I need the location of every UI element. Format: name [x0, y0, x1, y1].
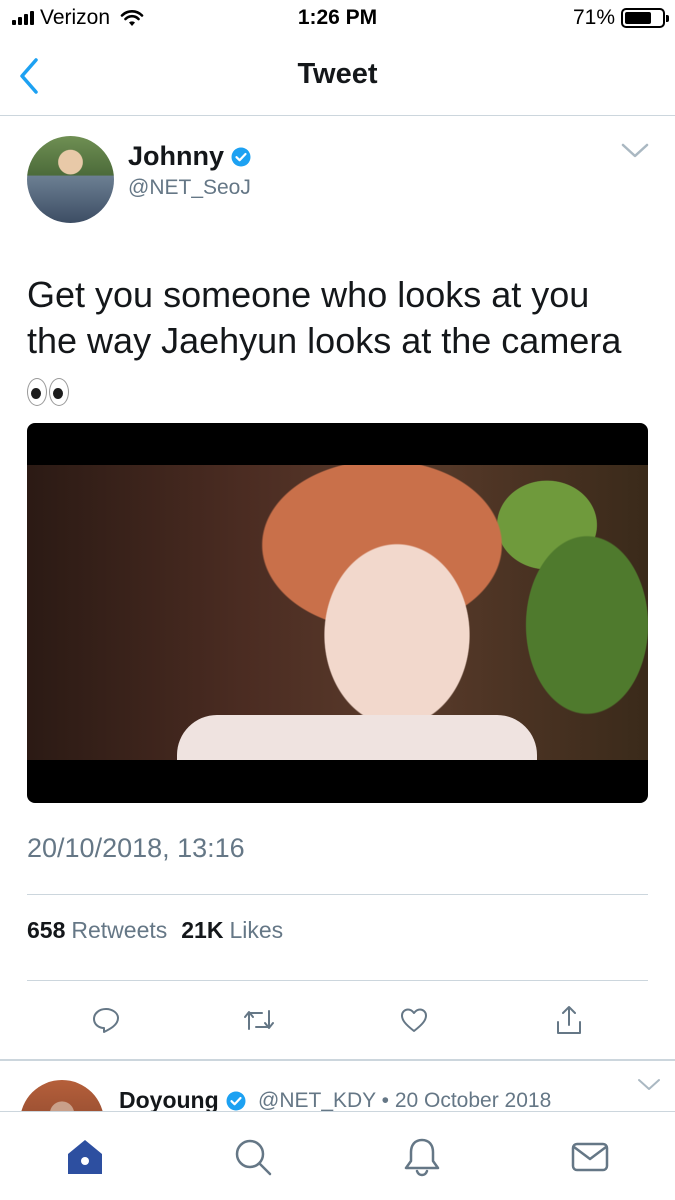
reply-icon[interactable] [89, 1003, 123, 1037]
tweet-text: Get you someone who looks at you the way… [27, 272, 657, 410]
tweet-media-video[interactable] [27, 423, 648, 803]
messages-icon[interactable] [569, 1136, 611, 1178]
avatar[interactable] [27, 136, 114, 223]
reply-author-name[interactable]: Doyoung [119, 1087, 219, 1114]
author-handle[interactable]: @NET_SeoJ [128, 176, 251, 200]
notifications-icon[interactable] [401, 1136, 443, 1178]
divider [27, 980, 648, 981]
retweets-count: 658 [27, 917, 66, 943]
like-icon[interactable] [397, 1003, 431, 1037]
chevron-down-icon[interactable] [637, 1078, 661, 1092]
chevron-down-icon[interactable] [621, 142, 649, 160]
status-right: 71% [572, 6, 669, 30]
likes-label: Likes [229, 917, 284, 943]
divider [27, 894, 648, 895]
tweet-stats: 658 Retweets 21K Likes [27, 917, 283, 944]
tweet-text-line1: Get you someone who looks at you [27, 274, 590, 315]
retweets-label: Retweets [71, 917, 168, 943]
tab-bar [0, 1111, 675, 1200]
video-frame [27, 465, 648, 760]
tweet-text-line2: the way Jaehyun looks at the camera [27, 320, 622, 361]
battery-percent: 71% [572, 6, 615, 29]
search-icon[interactable] [232, 1136, 274, 1178]
verified-badge-icon [231, 147, 251, 166]
home-icon[interactable] [64, 1136, 106, 1178]
retweet-icon[interactable] [242, 1003, 276, 1037]
tweet-timestamp: 20/10/2018, 13:16 [27, 833, 245, 863]
battery-fill [625, 12, 651, 24]
eyes-emoji-icon [27, 378, 69, 407]
retweets-stat[interactable]: 658 Retweets [27, 917, 167, 944]
likes-stat[interactable]: 21K Likes [181, 917, 283, 944]
share-icon[interactable] [552, 1003, 586, 1037]
nav-header: Tweet [0, 38, 675, 116]
status-bar: Verizon 1:26 PM 71% [0, 0, 675, 38]
tweet-actions [27, 1003, 648, 1043]
battery-icon [621, 8, 669, 28]
likes-count: 21K [181, 917, 224, 943]
reply-meta: @NET_KDY • 20 October 2018 [258, 1089, 552, 1112]
page-title: Tweet [297, 58, 378, 90]
section-divider [0, 1059, 675, 1061]
verified-badge-icon [226, 1091, 246, 1110]
author-name[interactable]: Johnny [128, 141, 224, 172]
reply-author-row[interactable]: Doyoung [119, 1087, 246, 1114]
author-name-row[interactable]: Johnny [128, 141, 251, 172]
